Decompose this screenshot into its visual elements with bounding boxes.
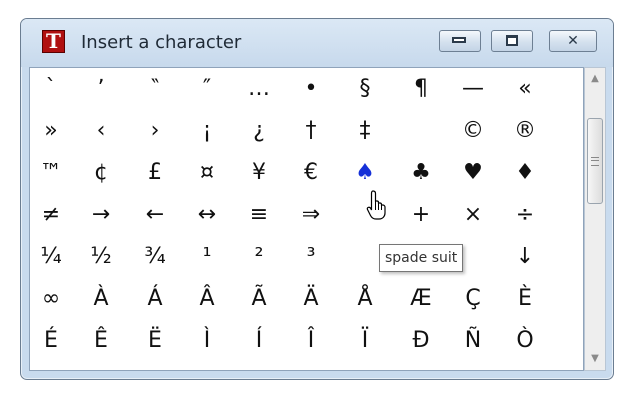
- character-cell[interactable]: Ë: [132, 320, 178, 362]
- character-cell[interactable]: ♥: [450, 152, 496, 194]
- character-cell[interactable]: Ç: [450, 278, 496, 320]
- character-cell[interactable]: ≡: [236, 194, 282, 236]
- character-cell[interactable]: Í: [236, 320, 282, 362]
- character-cell[interactable]: →: [78, 194, 124, 236]
- character-cell[interactable]: ¿: [236, 110, 282, 152]
- character-cell[interactable]: ›: [132, 110, 178, 152]
- character-cell[interactable]: §: [342, 68, 388, 110]
- character-cell[interactable]: ¤: [184, 152, 230, 194]
- close-icon: ✕: [567, 33, 579, 49]
- character-cell[interactable]: ®: [502, 110, 548, 152]
- character-cell[interactable]: ©: [450, 110, 496, 152]
- character-cell[interactable]: ♣: [398, 152, 444, 194]
- character-cell[interactable]: ³: [288, 236, 334, 278]
- character-cell[interactable]: ↓: [502, 236, 548, 278]
- app-logo-icon: T: [42, 30, 65, 53]
- character-cell[interactable]: ‡: [342, 110, 388, 152]
- character-cell[interactable]: ¹: [184, 236, 230, 278]
- character-cell[interactable]: ÷: [502, 194, 548, 236]
- character-cell[interactable]: Â: [184, 278, 230, 320]
- tooltip: spade suit: [379, 244, 464, 272]
- character-cell[interactable]: ≠: [30, 194, 74, 236]
- character-cell[interactable]: Î: [288, 320, 334, 362]
- character-cell[interactable]: €: [288, 152, 334, 194]
- minimize-button[interactable]: [439, 30, 481, 52]
- vertical-scrollbar[interactable]: ▲ ▼: [584, 67, 606, 371]
- character-cell[interactable]: ¡: [184, 110, 230, 152]
- character-cell[interactable]: Á: [132, 278, 178, 320]
- character-cell[interactable]: ←: [132, 194, 178, 236]
- window-title: Insert a character: [81, 32, 242, 53]
- character-cell[interactable]: Å: [342, 278, 388, 320]
- character-cell[interactable]: ¢: [78, 152, 124, 194]
- character-cell[interactable]: Ì: [184, 320, 230, 362]
- character-cell[interactable]: Ä: [288, 278, 334, 320]
- character-cell[interactable]: «: [502, 68, 548, 110]
- character-cell[interactable]: …: [236, 68, 282, 110]
- character-cell[interactable]: É: [30, 320, 74, 362]
- character-cell[interactable]: ×: [450, 194, 496, 236]
- hand-cursor-icon: [366, 190, 386, 220]
- character-cell[interactable]: È: [502, 278, 548, 320]
- character-cell[interactable]: ²: [236, 236, 282, 278]
- character-cell[interactable]: ♦: [502, 152, 548, 194]
- character-cell[interactable]: ⇒: [288, 194, 334, 236]
- scroll-thumb[interactable]: [587, 118, 603, 204]
- character-cell-selected[interactable]: ♠: [342, 152, 388, 194]
- character-cell[interactable]: Ï: [342, 320, 388, 362]
- grip-icon: [591, 157, 599, 166]
- character-cell[interactable]: Ò: [502, 320, 548, 362]
- character-cell[interactable]: •: [288, 68, 334, 110]
- character-cell[interactable]: ‶: [132, 68, 178, 110]
- title-bar[interactable]: T Insert a character ✕: [21, 19, 613, 67]
- character-cell[interactable]: ¾: [132, 236, 178, 278]
- character-cell[interactable]: Ê: [78, 320, 124, 362]
- character-cell[interactable]: Đ: [398, 320, 444, 362]
- character-cell[interactable]: ∞: [30, 278, 74, 320]
- maximize-icon: [506, 35, 518, 46]
- maximize-button[interactable]: [491, 30, 533, 52]
- character-cell[interactable]: ¥: [236, 152, 282, 194]
- character-cell[interactable]: £: [132, 152, 178, 194]
- scroll-up-button[interactable]: ▲: [585, 68, 605, 90]
- character-cell[interactable]: +: [398, 194, 444, 236]
- character-cell[interactable]: `: [30, 68, 74, 110]
- character-cell[interactable]: Ñ: [450, 320, 496, 362]
- close-button[interactable]: ✕: [549, 30, 597, 52]
- character-cell[interactable]: ↔: [184, 194, 230, 236]
- character-grid-panel: ` ʼ ‶ ″… • § ¶ — « » ‹ › ¡ ¿ † ‡ © ® ™ ¢ £ ¤ ¥ € ♠ ♣ ♥ ♦ ≠ → ← ↔ ≡ ⇒ + × ÷ ¼ ½…: [29, 67, 584, 371]
- character-cell[interactable]: ™: [30, 152, 74, 194]
- character-cell[interactable]: ″: [184, 68, 230, 110]
- scroll-down-button[interactable]: ▼: [585, 348, 605, 370]
- character-cell[interactable]: ¼: [30, 236, 74, 278]
- character-cell[interactable]: ‹: [78, 110, 124, 152]
- character-cell[interactable]: —: [450, 68, 496, 110]
- character-cell[interactable]: [398, 110, 444, 152]
- character-cell[interactable]: †: [288, 110, 334, 152]
- character-cell[interactable]: Ã: [236, 278, 282, 320]
- character-cell[interactable]: »: [30, 110, 74, 152]
- character-cell[interactable]: ¶: [398, 68, 444, 110]
- character-cell[interactable]: Æ: [398, 278, 444, 320]
- minimize-icon: [452, 37, 466, 43]
- character-cell[interactable]: ½: [78, 236, 124, 278]
- insert-character-window: T Insert a character ✕ ` ʼ ‶ ″… • § ¶ — « » ‹ › ¡ ¿ † ‡…: [20, 18, 614, 380]
- character-cell[interactable]: À: [78, 278, 124, 320]
- character-cell[interactable]: ʼ: [78, 68, 124, 110]
